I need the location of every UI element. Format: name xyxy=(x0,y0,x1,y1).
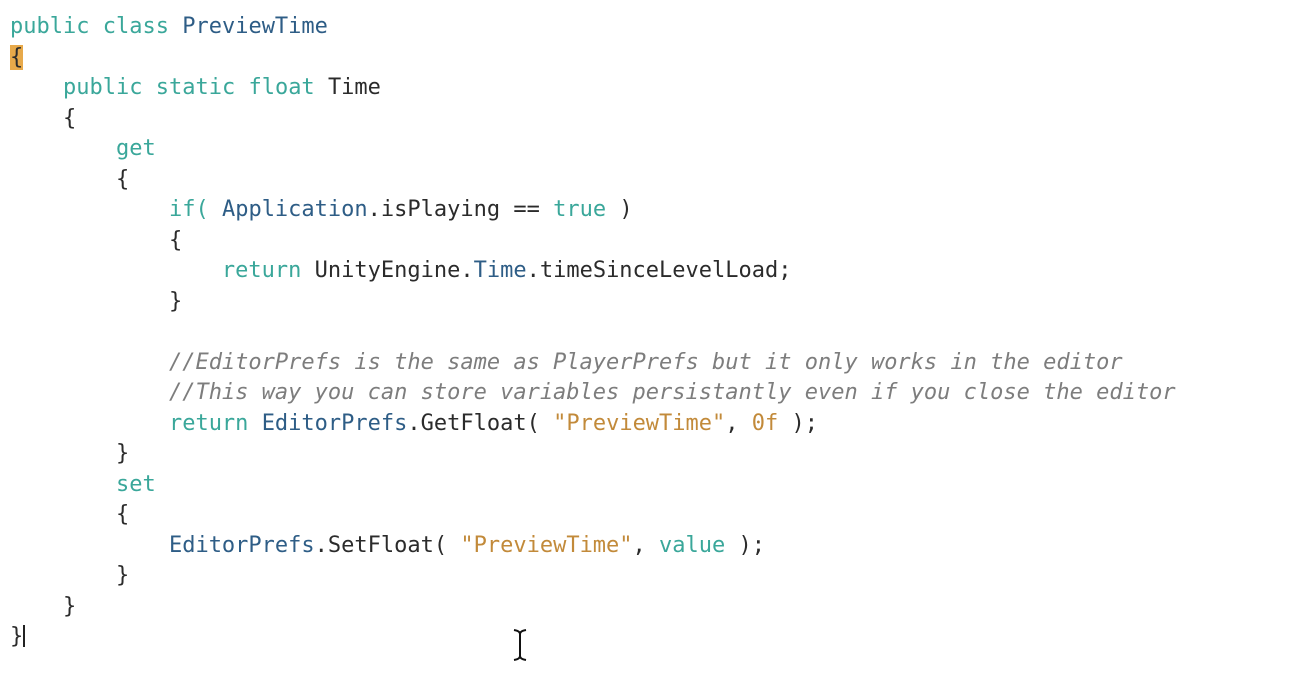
token-brace: } xyxy=(168,288,183,314)
token-keyword: get xyxy=(115,136,156,161)
code-line-1: public class PreviewTime xyxy=(10,12,1176,43)
token-comment: //This way you can store variables persi… xyxy=(168,380,1176,405)
token-comment: //EditorPrefs is the same as PlayerPrefs… xyxy=(168,349,1123,375)
code-line-5: get xyxy=(10,134,1176,165)
token-type: Time xyxy=(473,258,527,283)
token-namespace: UnityEngine xyxy=(314,258,461,283)
code-line-8: { xyxy=(10,226,1176,257)
token-member: .SetFloat( xyxy=(314,532,448,558)
token-keyword: return xyxy=(221,258,302,283)
token-keyword: float xyxy=(248,75,315,100)
token-punct: ) xyxy=(619,197,633,222)
code-text-area[interactable]: public class PreviewTime{ public static … xyxy=(10,12,1176,653)
token-keyword: set xyxy=(115,471,156,497)
token-keyword: static xyxy=(155,75,236,100)
token-keyword: return xyxy=(168,410,249,436)
token-punct: , xyxy=(632,532,646,558)
code-line-3: public static float Time xyxy=(10,73,1176,104)
text-cursor-ibeam-icon xyxy=(513,629,527,661)
code-line-6: { xyxy=(10,165,1176,196)
code-line-15: } xyxy=(10,439,1176,470)
token-member: .timeSinceLevelLoad; xyxy=(526,258,792,283)
token-type: Application xyxy=(221,197,368,222)
token-punct: ); xyxy=(791,410,819,436)
code-line-18: EditorPrefs.SetFloat( "PreviewTime", val… xyxy=(10,531,1176,562)
code-line-10: } xyxy=(10,287,1176,318)
token-punct: . xyxy=(460,258,474,283)
token-type: EditorPrefs xyxy=(168,532,315,558)
token-punct: ); xyxy=(738,532,766,558)
token-punct: , xyxy=(725,410,739,436)
token-brace: { xyxy=(115,166,130,192)
code-line-20: } xyxy=(10,592,1176,623)
token-brace: { xyxy=(168,227,183,253)
token-keyword: if( xyxy=(168,197,209,222)
text-caret xyxy=(23,625,26,647)
token-member: .isPlaying == xyxy=(367,197,540,222)
code-line-21: } xyxy=(10,622,1176,653)
code-line-9: return UnityEngine.Time.timeSinceLevelLo… xyxy=(10,256,1176,287)
token-string: "PreviewTime" xyxy=(460,532,633,558)
token-brace: } xyxy=(10,624,24,649)
code-line-7: if( Application.isPlaying == true ) xyxy=(10,195,1176,226)
token-brace: { xyxy=(62,105,77,131)
code-line-2: { xyxy=(10,43,1176,74)
code-line-13: //This way you can store variables persi… xyxy=(10,378,1176,409)
code-line-16: set xyxy=(10,470,1176,501)
token-identifier: Time xyxy=(327,75,381,100)
token-keyword: public xyxy=(10,14,90,39)
token-type: PreviewTime xyxy=(182,14,328,39)
token-keyword: public xyxy=(62,75,143,100)
code-line-4: { xyxy=(10,104,1176,135)
token-brace: } xyxy=(115,441,130,466)
token-keyword: value xyxy=(659,532,726,558)
code-editor[interactable]: public class PreviewTime{ public static … xyxy=(0,0,1314,676)
token-keyword: true xyxy=(553,197,607,222)
token-string: "PreviewTime" xyxy=(553,410,726,436)
token-brace: } xyxy=(115,563,130,588)
token-keyword: class xyxy=(102,14,169,39)
token-brace: { xyxy=(115,502,130,527)
code-line-17: { xyxy=(10,500,1176,531)
code-line-14: return EditorPrefs.GetFloat( "PreviewTim… xyxy=(10,409,1176,440)
token-member: .GetFloat( xyxy=(407,410,540,436)
token-number: 0f xyxy=(751,410,779,436)
matched-brace-highlight: { xyxy=(10,44,24,70)
token-brace: } xyxy=(62,593,77,619)
code-line-12: //EditorPrefs is the same as PlayerPrefs… xyxy=(10,348,1176,379)
token-type: EditorPrefs xyxy=(261,410,408,436)
code-line-19: } xyxy=(10,561,1176,592)
